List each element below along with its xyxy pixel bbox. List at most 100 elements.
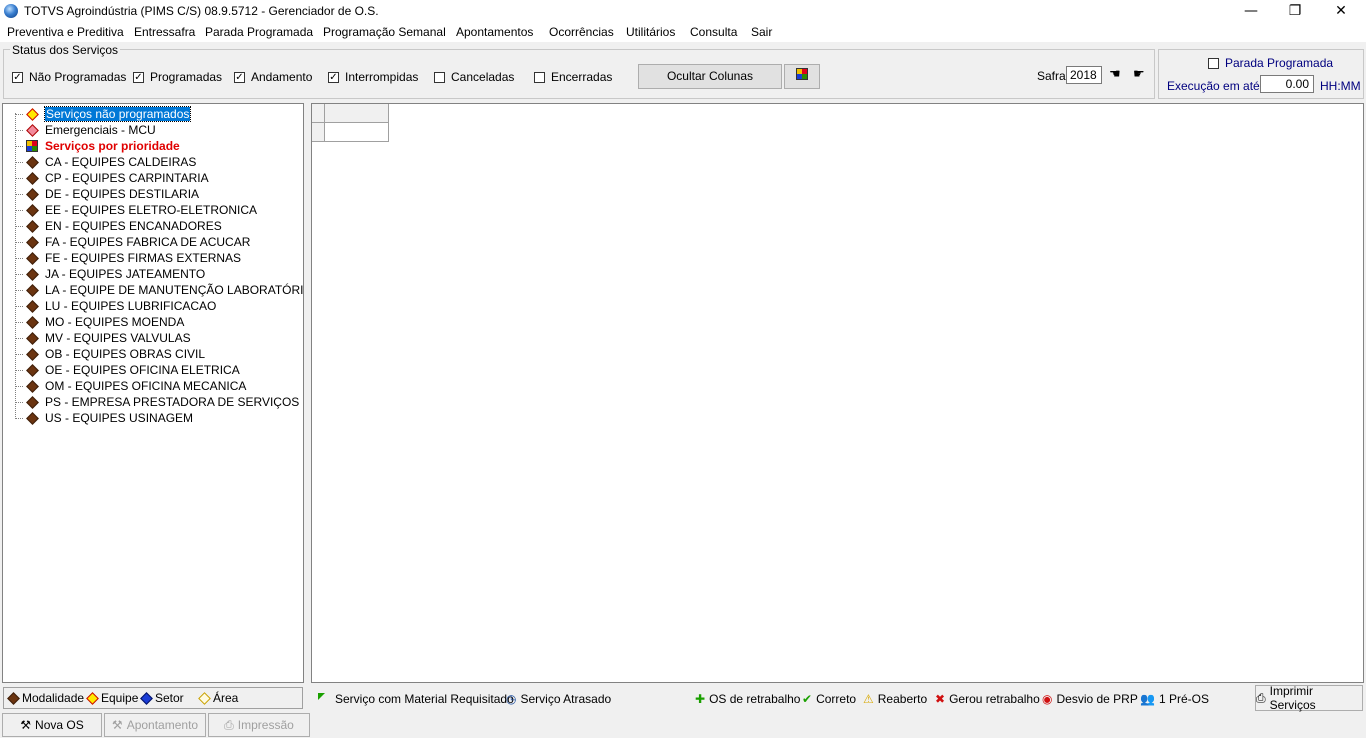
menu-entressafra[interactable]: Entressafra [134,25,195,39]
tree-item-la[interactable]: LA - EQUIPE DE MANUTENÇÃO LABORATÓRIOS [15,282,304,298]
tree-item-prioridade[interactable]: Serviços por prioridade [15,138,180,154]
diamond-brown-icon [26,219,39,233]
tree-item-om[interactable]: OM - EQUIPES OFICINA MECANICA [15,378,246,394]
menu-sair[interactable]: Sair [751,25,772,39]
tree-item-ob[interactable]: OB - EQUIPES OBRAS CIVIL [15,346,205,362]
grid-row-header[interactable] [312,123,325,142]
color-grid-icon [26,140,38,152]
tree-item-mv[interactable]: MV - EQUIPES VALVULAS [15,330,191,346]
error-icon: ✖ [935,692,946,706]
tab-area[interactable]: Área [196,689,238,707]
legend-label: Serviço Atrasado [520,692,612,706]
checkbox-canceladas[interactable]: Canceladas [434,70,514,84]
tree-item-fe[interactable]: FE - EQUIPES FIRMAS EXTERNAS [15,250,241,266]
tree-item-lu[interactable]: LU - EQUIPES LUBRIFICACAO [15,298,216,314]
grid-cell[interactable] [325,123,389,142]
button-label: Apontamento [126,718,199,732]
tree-item-label: MO - EQUIPES MOENDA [45,315,185,329]
print-services-button[interactable]: ⎙ Imprimir Serviços [1255,684,1363,712]
tree-item-fa[interactable]: FA - EQUIPES FABRICA DE ACUCAR [15,234,250,250]
check-icon: ✔ [802,692,813,706]
tree-item-de[interactable]: DE - EQUIPES DESTILARIA [15,186,199,202]
tree-item-en[interactable]: EN - EQUIPES ENCANADORES [15,218,222,234]
tree-item-cp[interactable]: CP - EQUIPES CARPINTARIA [15,170,209,186]
legend-material: Serviço com Material Requisitado [318,692,514,706]
diamond-yellow-icon [26,107,39,121]
diamond-brown-icon [26,363,39,377]
hide-columns-button[interactable]: Ocultar Colunas [638,64,782,89]
hand-left-icon[interactable]: ☚ [1109,67,1121,82]
button-label: Imprimir Serviços [1269,684,1316,712]
menu-consulta[interactable]: Consulta [690,25,737,39]
checkbox-nao-programadas[interactable]: ✓ Não Programadas [12,70,126,84]
tree-item-nao-programados[interactable]: Serviços não programados [15,106,192,122]
tree-item-label: LA - EQUIPE DE MANUTENÇÃO LABORATÓRIOS [45,283,304,297]
color-grid-icon [796,68,808,80]
warning-icon: ⚠ [863,692,874,706]
legend-label: Correto [816,692,857,706]
menu-bar: Preventiva e Preditiva Entressafra Parad… [0,23,1366,42]
checkbox-andamento[interactable]: ✓ Andamento [234,70,312,84]
tree-item-ja[interactable]: JA - EQUIPES JATEAMENTO [15,266,205,282]
apontamento-button[interactable]: ⚒ Apontamento [104,713,206,737]
close-button[interactable]: ✕ [1318,0,1364,23]
restore-button[interactable]: ❐ [1272,0,1318,23]
menu-apontamentos[interactable]: Apontamentos [456,25,533,39]
diamond-brown-icon [7,691,20,705]
tree-item-emergenciais[interactable]: Emergenciais - MCU [15,122,156,138]
legend-reaberto: ⚠ Reaberto [863,692,927,706]
tree-item-label: US - EQUIPES USINAGEM [45,411,194,425]
tree-item-ca[interactable]: CA - EQUIPES CALDEIRAS [15,154,196,170]
record-icon: ◉ [1042,692,1053,706]
exec-input[interactable]: 0.00 [1260,75,1314,93]
services-grid[interactable] [311,103,1364,683]
minimize-button[interactable]: — [1228,0,1274,23]
checkbox-box[interactable]: ✓ [12,71,23,83]
tree-item-label: CA - EQUIPES CALDEIRAS [45,155,197,169]
checkbox-box[interactable]: ✓ [234,71,245,83]
grid-header-cell[interactable] [325,104,389,123]
diamond-brown-icon [26,251,39,265]
new-os-button[interactable]: ⚒ Nova OS [2,713,102,737]
menu-ocorrencias[interactable]: Ocorrências [549,25,614,39]
color-legend-button[interactable] [784,64,820,89]
checkbox-label: Programadas [150,70,223,84]
menu-utilitarios[interactable]: Utilitários [626,25,675,39]
diamond-brown-icon [26,395,39,409]
checkbox-box[interactable]: ✓ [133,71,144,83]
tab-setor[interactable]: Setor [138,689,184,707]
tree-item-oe[interactable]: OE - EQUIPES OFICINA ELETRICA [15,362,240,378]
checkbox-box[interactable]: ✓ [328,71,339,83]
tab-modalidade[interactable]: Modalidade [5,689,84,707]
checkbox-label: Andamento [251,70,313,84]
tree-item-us[interactable]: US - EQUIPES USINAGEM [15,410,193,426]
safra-input[interactable]: 2018 [1066,66,1102,84]
diamond-brown-icon [26,299,39,313]
checkbox-encerradas[interactable]: Encerradas [534,70,612,84]
diamond-brown-icon [26,331,39,345]
menu-programacao-semanal[interactable]: Programação Semanal [323,25,446,39]
tree-item-label: EN - EQUIPES ENCANADORES [45,219,222,233]
tree-item-ee[interactable]: EE - EQUIPES ELETRO-ELETRONICA [15,202,257,218]
checkbox-box[interactable] [534,71,545,83]
clock-icon: ◷ [506,692,517,706]
checkbox-box[interactable] [434,71,445,83]
tree-item-label: Serviços não programados [43,106,192,122]
window-title: TOTVS Agroindústria (PIMS C/S) 08.9.5712… [24,4,379,18]
menu-preventiva[interactable]: Preventiva e Preditiva [7,25,124,39]
tree-item-label: OB - EQUIPES OBRAS CIVIL [45,347,206,361]
tree-item-ps[interactable]: PS - EMPRESA PRESTADORA DE SERVIÇOS [15,394,299,410]
hand-right-icon[interactable]: ☛ [1133,67,1145,82]
checkbox-box[interactable] [1208,57,1219,69]
diamond-brown-icon [26,155,39,169]
tree-item-label: EE - EQUIPES ELETRO-ELETRONICA [45,203,258,217]
checkbox-parada-programada[interactable]: Parada Programada [1208,56,1333,70]
tools-icon: ⚒ [111,718,123,732]
printer-icon: ⎙ [1256,690,1266,705]
impressao-button[interactable]: ⎙ Impressão [208,713,310,737]
tab-equipe[interactable]: Equipe [84,689,138,707]
checkbox-programadas[interactable]: ✓ Programadas [133,70,222,84]
checkbox-interrompidas[interactable]: ✓ Interrompidas [328,70,418,84]
menu-parada-programada[interactable]: Parada Programada [205,25,313,39]
tree-item-mo[interactable]: MO - EQUIPES MOENDA [15,314,184,330]
